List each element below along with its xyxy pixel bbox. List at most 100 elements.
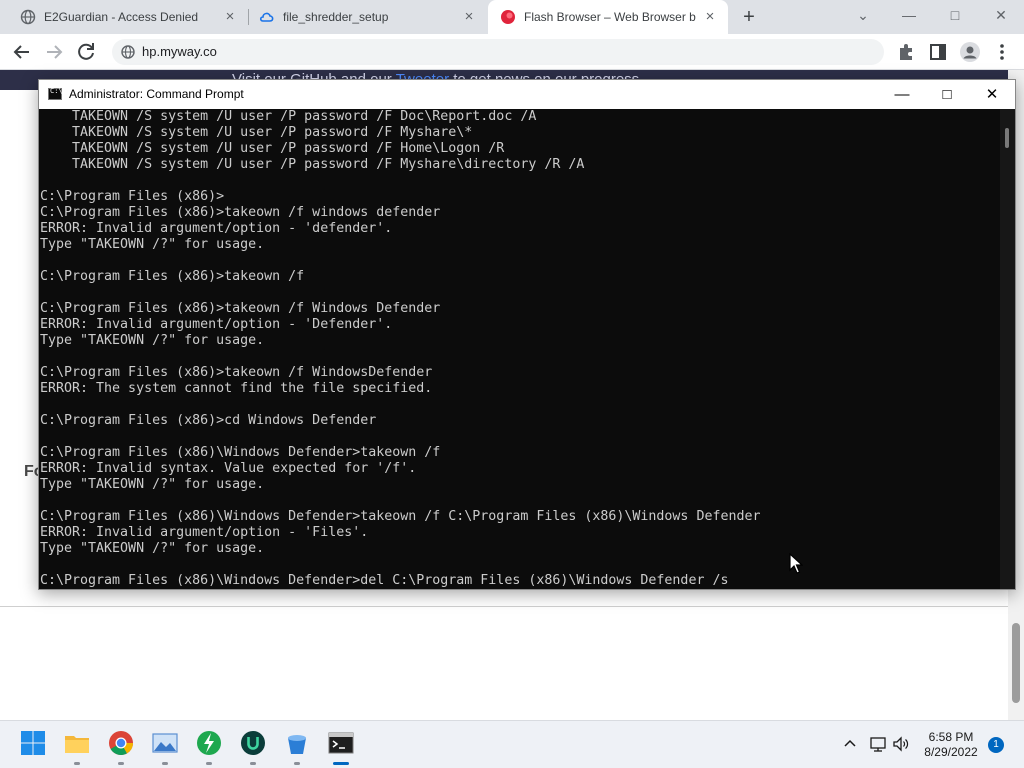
- start-button[interactable]: [19, 729, 47, 757]
- cmd-window-title: Administrator: Command Prompt: [69, 87, 244, 101]
- chevron-up-icon: [844, 739, 856, 747]
- extensions-button[interactable]: [894, 40, 918, 64]
- command-prompt-icon: [328, 732, 354, 754]
- console-line: Type "TAKEOWN /?" for usage.: [40, 333, 265, 348]
- taskbar-network-app[interactable]: [195, 729, 223, 757]
- command-prompt-window[interactable]: Administrator: Command Prompt — □ ✕ TAKE…: [38, 79, 1016, 590]
- page-scrollbar-thumb[interactable]: [1012, 623, 1020, 703]
- volume-tray-button[interactable]: [892, 735, 910, 753]
- taskbar-photos[interactable]: [151, 729, 179, 757]
- profile-button[interactable]: [958, 40, 982, 64]
- side-panel-icon: [930, 44, 946, 60]
- new-tab-button[interactable]: +: [738, 6, 760, 28]
- console-line: C:\Program Files (x86)>cd Windows Defend…: [40, 413, 377, 428]
- forward-arrow-icon: [47, 45, 63, 59]
- taskbar-active-indicator: [333, 762, 349, 765]
- console-line: C:\Program Files (x86)>takeown /f Window…: [40, 301, 441, 316]
- tab-file-shredder[interactable]: file_shredder_setup ×: [249, 0, 487, 34]
- browser-toolbar: hp.myway.co: [0, 34, 1024, 70]
- url-text[interactable]: hp.myway.co: [142, 44, 217, 59]
- console-line: C:\Program Files (x86)>takeown /f: [40, 269, 305, 284]
- tab-close-icon[interactable]: ×: [461, 9, 477, 25]
- console-line: TAKEOWN /S system /U user /P password /F…: [40, 157, 585, 172]
- console-scrollbar[interactable]: [1000, 109, 1015, 589]
- clock-time: 6:58 PM: [928, 730, 974, 744]
- file-explorer-icon: [65, 736, 89, 753]
- site-info-icon[interactable]: [120, 44, 136, 60]
- console-line: ERROR: Invalid argument/option - 'Defend…: [40, 317, 393, 332]
- taskbar-running-indicator: [162, 762, 168, 765]
- browser-restore-button[interactable]: □: [932, 0, 978, 30]
- console-output[interactable]: TAKEOWN /S system /U user /P password /F…: [39, 109, 999, 589]
- taskbar-running-indicator: [250, 762, 256, 765]
- taskbar-u-app[interactable]: [239, 729, 267, 757]
- console-line: C:\Program Files (x86)>takeown /f window…: [40, 205, 441, 220]
- browser-tab-strip: E2Guardian - Access Denied × file_shredd…: [0, 0, 1024, 34]
- tab-title: E2Guardian - Access Denied: [44, 10, 199, 24]
- reload-button[interactable]: [74, 40, 98, 64]
- tab-e2guardian[interactable]: E2Guardian - Access Denied ×: [0, 0, 248, 34]
- browser-menu-button[interactable]: [990, 40, 1014, 64]
- u-app-icon: [241, 731, 265, 755]
- console-line: C:\Program Files (x86)\Windows Defender>…: [40, 573, 729, 588]
- tab-search-button[interactable]: ⌄: [840, 0, 886, 30]
- console-line: ERROR: Invalid syntax. Value expected fo…: [40, 461, 417, 476]
- taskbar-clock[interactable]: 6:58 PM 8/29/2022: [916, 730, 986, 760]
- cmd-close-button[interactable]: ✕: [969, 80, 1015, 109]
- taskbar-running-indicator: [74, 762, 80, 765]
- console-line: ERROR: Invalid argument/option - 'Files'…: [40, 525, 369, 540]
- tab-title: Flash Browser – Web Browser bu: [524, 10, 696, 24]
- taskbar-running-indicator: [206, 762, 212, 765]
- address-bar[interactable]: hp.myway.co: [112, 39, 884, 65]
- console-line: Type "TAKEOWN /?" for usage.: [40, 477, 265, 492]
- cloud-icon: [259, 12, 274, 22]
- console-scrollbar-thumb[interactable]: [1005, 128, 1009, 148]
- console-line: C:\Program Files (x86)>takeown /f Window…: [40, 365, 433, 380]
- side-panel-button[interactable]: [926, 40, 950, 64]
- notification-badge[interactable]: 1: [988, 737, 1004, 753]
- taskbar-running-indicator: [294, 762, 300, 765]
- network-icon: [870, 737, 886, 752]
- taskbar-command-prompt[interactable]: [327, 729, 355, 757]
- console-line: Type "TAKEOWN /?" for usage.: [40, 237, 265, 252]
- console-line: C:\Program Files (x86)\Windows Defender>…: [40, 509, 761, 524]
- back-button[interactable]: [10, 40, 34, 64]
- console-line: Type "TAKEOWN /?" for usage.: [40, 541, 265, 556]
- browser-close-button[interactable]: ✕: [978, 0, 1024, 30]
- tab-close-icon[interactable]: ×: [702, 9, 718, 25]
- chrome-icon: [109, 731, 133, 756]
- console-line: C:\Program Files (x86)>: [40, 189, 225, 204]
- tab-flash-browser[interactable]: Flash Browser – Web Browser bu ×: [488, 0, 728, 34]
- mouse-pointer-icon: [789, 553, 803, 574]
- console-line: C:\Program Files (x86)\Windows Defender>…: [40, 445, 441, 460]
- console-line: TAKEOWN /S system /U user /P password /F…: [40, 109, 537, 124]
- taskbar: 6:58 PM 8/29/2022 1: [0, 720, 1024, 768]
- puzzle-icon: [900, 44, 912, 60]
- back-arrow-icon: [13, 45, 29, 59]
- tab-close-icon[interactable]: ×: [222, 9, 238, 25]
- taskbar-bucket-app[interactable]: [283, 729, 311, 757]
- show-hidden-icons-button[interactable]: [841, 735, 859, 753]
- taskbar-running-indicator: [118, 762, 124, 765]
- browser-minimize-button[interactable]: —: [886, 0, 932, 30]
- tab-title: file_shredder_setup: [283, 10, 389, 24]
- page-divider: [0, 606, 1008, 607]
- network-app-icon: [197, 731, 221, 755]
- more-vertical-icon: [1000, 44, 1004, 60]
- forward-button[interactable]: [42, 40, 66, 64]
- cmd-maximize-button[interactable]: □: [924, 80, 970, 109]
- cmd-minimize-button[interactable]: —: [879, 80, 925, 109]
- cmd-title-bar[interactable]: Administrator: Command Prompt — □ ✕: [39, 80, 1015, 109]
- network-tray-button[interactable]: [869, 735, 887, 753]
- taskbar-chrome[interactable]: [107, 729, 135, 757]
- console-line: TAKEOWN /S system /U user /P password /F…: [40, 125, 473, 140]
- reload-icon: [78, 43, 94, 60]
- taskbar-file-explorer[interactable]: [63, 729, 91, 757]
